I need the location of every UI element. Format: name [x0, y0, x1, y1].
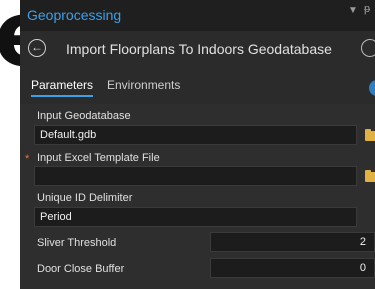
back-arrow-icon[interactable]: ←: [28, 39, 46, 57]
door-close-buffer-field[interactable]: 0: [210, 258, 375, 278]
tab-parameters[interactable]: Parameters: [31, 78, 94, 97]
input-excel-label: Input Excel Template File: [37, 152, 160, 164]
tool-header: ← Import Floorplans To Indoors Geodataba…: [20, 31, 375, 69]
required-mark: *: [25, 153, 30, 165]
dropdown-icon[interactable]: ▼: [348, 5, 358, 16]
input-geodatabase-label: Input Geodatabase: [37, 110, 131, 122]
pane-title: Geoprocessing: [27, 7, 122, 23]
pane-title-bar: Geoprocessing ▼ ᵽ: [20, 0, 375, 31]
browse-folder-icon[interactable]: [365, 129, 375, 141]
browse-folder-icon[interactable]: [365, 170, 375, 182]
unique-id-label: Unique ID Delimiter: [37, 192, 133, 204]
sliver-threshold-field[interactable]: 2: [210, 232, 375, 252]
help-icon[interactable]: [369, 80, 375, 96]
door-close-buffer-label: Door Close Buffer: [37, 263, 125, 275]
geoprocessing-pane: Geoprocessing ▼ ᵽ ← Import Floorplans To…: [20, 0, 375, 289]
sliver-threshold-label: Sliver Threshold: [37, 237, 117, 249]
unique-id-field[interactable]: Period: [34, 207, 357, 227]
add-icon[interactable]: [361, 39, 375, 57]
input-excel-field[interactable]: [34, 166, 357, 186]
pin-icon[interactable]: ᵽ: [364, 3, 370, 15]
tab-environments[interactable]: Environments: [107, 78, 180, 92]
tool-tabs: Parameters Environments: [20, 75, 375, 101]
parameters-panel: Input Geodatabase Default.gdb * Input Ex…: [20, 104, 375, 289]
input-geodatabase-field[interactable]: Default.gdb: [34, 125, 357, 145]
tool-title: Import Floorplans To Indoors Geodatabase: [66, 41, 332, 57]
